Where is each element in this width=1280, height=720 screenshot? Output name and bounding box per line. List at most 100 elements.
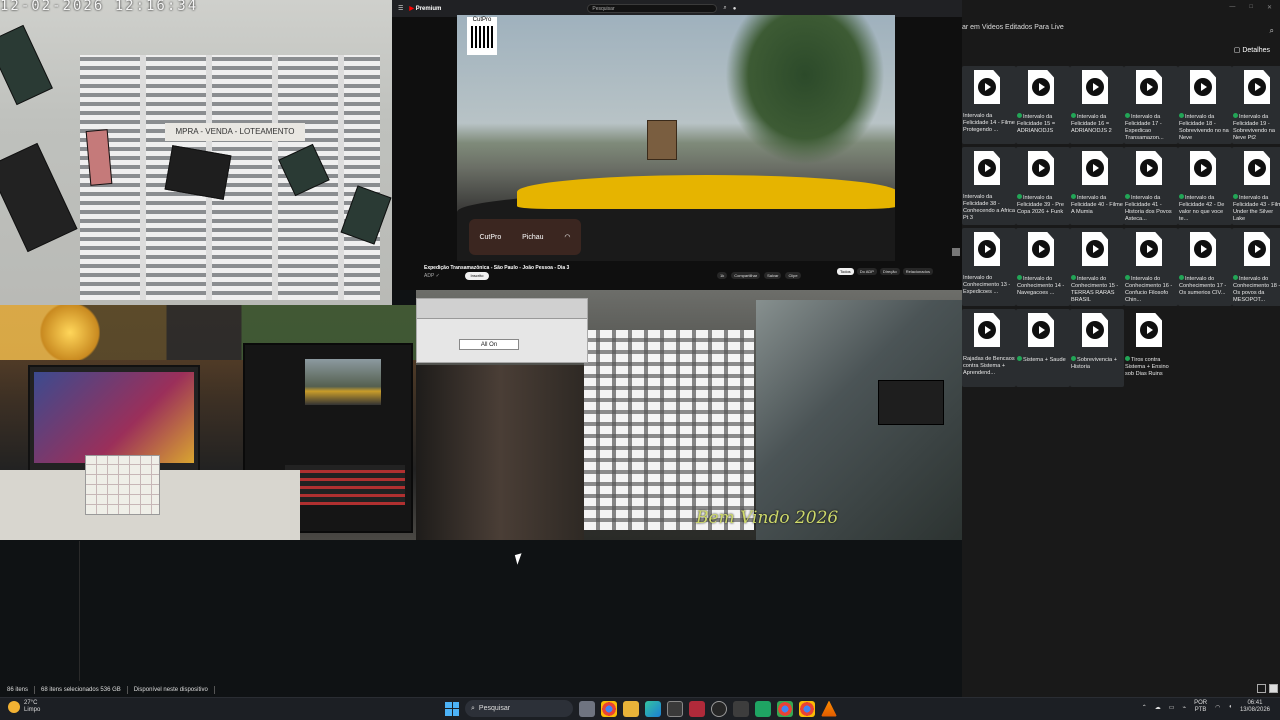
play-icon [1032, 321, 1050, 339]
video-file-icon [1028, 232, 1054, 266]
chrome-profile-icon[interactable] [777, 700, 793, 717]
file-item[interactable]: Sistema + Saude [1016, 309, 1070, 387]
cctv-camera-feed: MPRA - VENDA - LOTEAMENTO 12-02-2026 12:… [0, 0, 392, 305]
subscribe-button[interactable]: Inscrito [465, 272, 489, 280]
explorer-status-bar: 86 itens 68 itens selecionados 536 GB Di… [0, 683, 1280, 697]
file-item[interactable]: Intervalo da Felicidade 41 - Historia do… [1124, 147, 1178, 225]
taskbar-search[interactable]: ⌕ Pesquisar [465, 700, 573, 717]
file-name: Intervalo da Felicidade 38 - Conhecendo … [963, 194, 1015, 221]
edge-icon[interactable] [645, 700, 661, 717]
clock[interactable]: 06:41 13/08/2026 [1240, 700, 1270, 714]
chip-direction[interactable]: Direção [879, 268, 900, 275]
chip-all[interactable]: Todos [837, 268, 854, 275]
youtube-logo[interactable]: ▶ Premium [409, 5, 441, 12]
sync-status-icon [1017, 356, 1022, 361]
video-file-icon [1190, 70, 1216, 104]
video-file-icon [1082, 232, 1108, 266]
chip-channel[interactable]: Do ADP [856, 268, 877, 275]
details-view-button[interactable] [1257, 684, 1266, 693]
file-item[interactable]: Intervalo do Conhecimento 15 - TERRAS RA… [1070, 228, 1124, 306]
real-estate-sign: MPRA - VENDA - LOTEAMENTO [165, 123, 305, 141]
sync-status-icon [1017, 275, 1022, 280]
usb-icon[interactable]: ⌁ [1182, 704, 1186, 711]
capcut-icon[interactable] [689, 700, 705, 717]
file-item[interactable]: Intervalo da Felicidade 42 - De valor no… [1178, 147, 1232, 225]
all-on-button[interactable]: All On [459, 339, 519, 350]
video-file-icon [1136, 313, 1162, 347]
wifi-icon[interactable]: ◠ [1215, 704, 1220, 711]
file-name: Intervalo da Felicidade 17 - Expedicao T… [1125, 114, 1164, 141]
chrome-icon[interactable] [601, 700, 617, 717]
file-name: Intervalo do Conhecimento 18 - Os povos … [1233, 276, 1280, 303]
share-button[interactable]: Compartilhar [731, 272, 761, 279]
menu-icon[interactable]: ☰ [398, 5, 403, 12]
file-item[interactable]: Intervalo da Felicidade 14 - Filme Prote… [962, 66, 1016, 144]
close-button[interactable]: ✕ [1267, 4, 1272, 11]
file-item[interactable]: Intervalo da Felicidade 39 - Pre Copa 20… [1016, 147, 1070, 225]
app-icon[interactable] [733, 700, 749, 717]
pane-divider[interactable] [79, 541, 80, 681]
file-name: Intervalo da Felicidade 43 - Filme Under… [1233, 195, 1280, 222]
store-icon[interactable] [667, 700, 683, 717]
start-button[interactable] [445, 701, 459, 716]
play-icon [1140, 240, 1158, 258]
file-item[interactable]: Tiros contra Sistema + Ensino sob Dias R… [1124, 309, 1178, 387]
obs-icon[interactable] [711, 700, 727, 717]
sync-status-icon [1071, 356, 1076, 361]
video-file-icon [974, 313, 1000, 347]
taskbar: 27°C Limpo ⌕ Pesquisar ⌃ ☁ ▭ ⌁ POR PTB ◠ ◖… [0, 697, 1280, 720]
file-item[interactable]: Intervalo da Felicidade 40 - Filme A Mum… [1070, 147, 1124, 225]
file-item[interactable]: Intervalo da Felicidade 18 - Sobrevivend… [1178, 66, 1232, 144]
file-item[interactable]: Intervalo do Conhecimento 13 - Expedicoe… [962, 228, 1016, 306]
channel-name[interactable]: ADP ✓ [424, 273, 440, 279]
save-button[interactable]: Salvar [764, 272, 782, 279]
circuit-board [85, 129, 113, 186]
video-file-icon [1136, 232, 1162, 266]
vlc-icon[interactable] [821, 700, 837, 717]
like-button[interactable]: 1k [717, 272, 728, 279]
large-icons-view-button[interactable] [1269, 684, 1278, 693]
weather-widget[interactable]: 27°C Limpo [8, 700, 40, 714]
volume-icon[interactable]: ◖ [1228, 704, 1232, 710]
file-item[interactable]: Sobrevivencia + Historia [1070, 309, 1124, 387]
search-icon[interactable]: ⌕ [1270, 23, 1274, 39]
youtube-search-input[interactable]: Pesquisar [587, 4, 718, 13]
file-item[interactable]: Intervalo do Conhecimento 17 - Os sumeri… [1178, 228, 1232, 306]
spreadsheet-icon[interactable] [755, 700, 771, 717]
clip-button[interactable]: Clipe [785, 272, 801, 279]
sync-status-icon [1017, 194, 1022, 199]
youtube-window[interactable]: ☰ ▶ Premium Pesquisar ⌕ ● CutPro CutPro … [392, 0, 962, 290]
file-item[interactable]: Intervalo do Conhecimento 14 - Navegacoe… [1016, 228, 1070, 306]
maximize-button[interactable]: □ [1249, 4, 1253, 10]
search-icon[interactable]: ⌕ [723, 5, 726, 12]
task-view-icon[interactable] [579, 700, 595, 717]
video-file-icon [1136, 70, 1162, 104]
details-button[interactable]: ▢ Detalhes [1234, 46, 1270, 54]
tray-chevron-icon[interactable]: ⌃ [1142, 704, 1147, 711]
chip-related[interactable]: Relacionados [902, 268, 933, 275]
file-name: Intervalo da Felicidade 41 - Historia do… [1125, 195, 1172, 222]
file-item[interactable]: Intervalo do Conhecimento 18 - Os povos … [1232, 228, 1280, 306]
file-item[interactable]: Rajadas de Bencaos contra Sistema + Apre… [962, 309, 1016, 387]
wifi-icon: ◠ [564, 234, 571, 241]
play-icon [1032, 159, 1050, 177]
folder-icon[interactable] [623, 700, 639, 717]
chrome-alt-icon[interactable] [799, 700, 815, 717]
cloud-icon[interactable]: ☁ [1155, 704, 1161, 711]
network-drive-icon[interactable]: ▭ [1169, 704, 1175, 711]
video-player[interactable]: CutPro CutPro Pichau ◠ [457, 15, 895, 261]
file-item[interactable]: Intervalo da Felicidade 38 - Conhecendo … [962, 147, 1016, 225]
file-item[interactable]: Intervalo da Felicidade 17 - Expedicao T… [1124, 66, 1178, 144]
scrollbar[interactable] [952, 248, 960, 256]
file-item[interactable]: Intervalo do Conhecimento 16 - Confucio … [1124, 228, 1178, 306]
qr-code: CutPro [467, 17, 497, 55]
file-item[interactable]: Intervalo da Felicidade 16 = ADRIANODJS … [1070, 66, 1124, 144]
video-file-icon [1082, 70, 1108, 104]
address-bar[interactable]: ar em Videos Editados Para Live ⌕ [962, 20, 1280, 36]
minimize-button[interactable]: — [1229, 4, 1235, 10]
mic-icon[interactable]: ● [733, 6, 737, 12]
file-item[interactable]: Intervalo da Felicidade 15 = ADRIANODJS [1016, 66, 1070, 144]
file-item[interactable]: Intervalo da Felicidade 43 - Filme Under… [1232, 147, 1280, 225]
file-item[interactable]: Intervalo da Felicidade 19 - Sobrevivend… [1232, 66, 1280, 144]
language-indicator[interactable]: POR PTB [1194, 700, 1207, 714]
